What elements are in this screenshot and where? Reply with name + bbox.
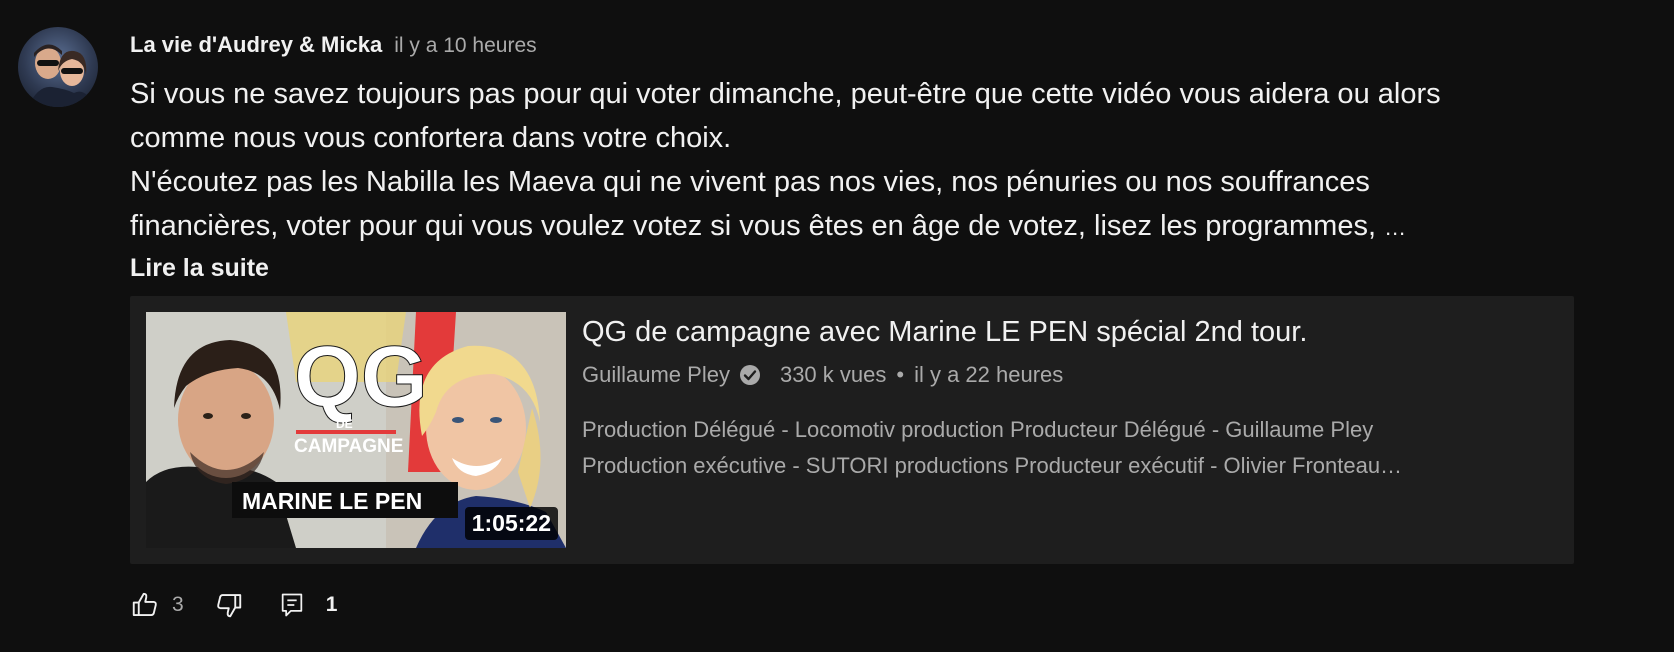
community-post: La vie d'Audrey & Micka il y a 10 heures… bbox=[0, 0, 1674, 652]
thumbnail-de-text: DE bbox=[336, 417, 353, 431]
like-button[interactable]: 3 bbox=[130, 590, 214, 620]
like-count: 3 bbox=[172, 593, 184, 616]
read-more-link[interactable]: Lire la suite bbox=[130, 250, 269, 286]
video-views: 330 k vues bbox=[779, 362, 887, 387]
reply-button[interactable]: 1 bbox=[278, 590, 338, 620]
video-metadata: Guillaume Pley 330 k vues • il y a 22 he… bbox=[582, 362, 1063, 388]
thumbnail-campagne-text: CAMPAGNE bbox=[294, 436, 403, 457]
post-text-line: Si vous ne savez toujours pas pour qui v… bbox=[130, 78, 1441, 110]
comment-icon bbox=[278, 590, 306, 620]
post-header: La vie d'Audrey & Micka il y a 10 heures bbox=[130, 32, 537, 58]
thumb-down-icon bbox=[214, 590, 244, 620]
thumbnail-qg-text: QG bbox=[294, 329, 428, 425]
video-description-line: Production Délégué - Locomotiv productio… bbox=[582, 417, 1374, 442]
post-text-line: comme nous vous confortera dans votre ch… bbox=[130, 122, 732, 154]
video-description: Production Délégué - Locomotiv productio… bbox=[582, 412, 1402, 484]
video-description-line: Production exécutive - SUTORI production… bbox=[582, 453, 1403, 478]
channel-name[interactable]: La vie d'Audrey & Micka bbox=[130, 32, 382, 58]
post-text-line: financières, voter pour qui vous voulez … bbox=[130, 204, 1570, 250]
video-channel-name[interactable]: Guillaume Pley bbox=[582, 362, 730, 388]
post-text: Si vous ne savez toujours pas pour qui v… bbox=[130, 72, 1570, 286]
attached-video-card[interactable]: QG DE CAMPAGNE MARINE LE PEN 1:05:22 QG … bbox=[130, 296, 1574, 564]
meta-separator: • bbox=[896, 362, 905, 387]
channel-avatar[interactable] bbox=[18, 27, 98, 107]
video-age: il y a 22 heures bbox=[914, 362, 1064, 387]
post-timestamp[interactable]: il y a 10 heures bbox=[394, 34, 536, 58]
truncation-ellipsis: … bbox=[1384, 215, 1407, 240]
thumbnail-banner-text: MARINE LE PEN bbox=[242, 488, 422, 514]
verified-check-icon bbox=[739, 364, 761, 386]
thumb-up-icon bbox=[130, 590, 160, 620]
post-text-content: financières, voter pour qui vous voulez … bbox=[130, 210, 1377, 242]
video-duration: 1:05:22 bbox=[464, 507, 558, 540]
dislike-button[interactable] bbox=[214, 590, 244, 620]
post-actions: 3 1 bbox=[130, 586, 337, 624]
reply-count: 1 bbox=[325, 593, 338, 616]
post-text-line: N'écoutez pas les Nabilla les Maeva qui … bbox=[130, 166, 1370, 198]
video-thumbnail[interactable]: QG DE CAMPAGNE MARINE LE PEN 1:05:22 bbox=[146, 312, 566, 548]
video-title[interactable]: QG de campagne avec Marine LE PEN spécia… bbox=[582, 316, 1307, 349]
